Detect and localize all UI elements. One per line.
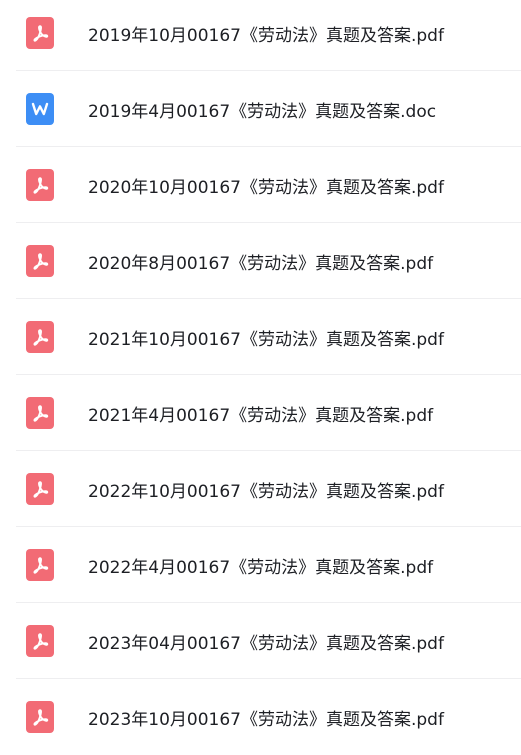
file-name: 2023年04月00167《劳动法》真题及答案.pdf — [88, 633, 444, 654]
file-list-item[interactable]: 2022年10月00167《劳动法》真题及答案.pdf — [0, 451, 521, 527]
file-list-item[interactable]: 2019年4月00167《劳动法》真题及答案.doc — [0, 71, 521, 147]
file-list-item[interactable]: 2022年4月00167《劳动法》真题及答案.pdf — [0, 527, 521, 603]
pdf-icon — [26, 473, 54, 505]
file-name: 2022年10月00167《劳动法》真题及答案.pdf — [88, 481, 444, 502]
word-doc-icon — [26, 93, 54, 125]
pdf-icon — [26, 169, 54, 201]
w-glyph — [31, 102, 49, 116]
acrobat-glyph — [33, 405, 49, 422]
acrobat-glyph — [33, 329, 49, 346]
pdf-icon — [26, 625, 54, 657]
file-name: 2022年4月00167《劳动法》真题及答案.pdf — [88, 557, 434, 578]
pdf-icon — [26, 245, 54, 277]
file-name: 2019年4月00167《劳动法》真题及答案.doc — [88, 101, 437, 122]
file-list-item[interactable]: 2021年10月00167《劳动法》真题及答案.pdf — [0, 299, 521, 375]
file-list-item[interactable]: 2020年8月00167《劳动法》真题及答案.pdf — [0, 223, 521, 299]
acrobat-glyph — [33, 25, 49, 42]
file-list-item[interactable]: 2023年10月00167《劳动法》真题及答案.pdf — [0, 679, 521, 755]
pdf-icon — [26, 17, 54, 49]
acrobat-glyph — [33, 177, 49, 194]
file-list-item[interactable]: 2021年4月00167《劳动法》真题及答案.pdf — [0, 375, 521, 451]
file-name: 2020年10月00167《劳动法》真题及答案.pdf — [88, 177, 444, 198]
file-list: 2019年10月00167《劳动法》真题及答案.pdf 2019年4月00167《… — [0, 0, 521, 741]
pdf-icon — [26, 701, 54, 733]
file-name: 2023年10月00167《劳动法》真题及答案.pdf — [88, 709, 444, 730]
acrobat-glyph — [33, 709, 49, 726]
acrobat-glyph — [33, 253, 49, 270]
file-list-item[interactable]: 2020年10月00167《劳动法》真题及答案.pdf — [0, 147, 521, 223]
file-name: 2021年10月00167《劳动法》真题及答案.pdf — [88, 329, 444, 350]
file-list-item[interactable]: 2019年10月00167《劳动法》真题及答案.pdf — [0, 0, 521, 71]
acrobat-glyph — [33, 481, 49, 498]
file-name: 2019年10月00167《劳动法》真题及答案.pdf — [88, 25, 444, 46]
pdf-icon — [26, 549, 54, 581]
file-name: 2021年4月00167《劳动法》真题及答案.pdf — [88, 405, 434, 426]
file-list-item[interactable]: 2023年04月00167《劳动法》真题及答案.pdf — [0, 603, 521, 679]
acrobat-glyph — [33, 633, 49, 650]
pdf-icon — [26, 321, 54, 353]
file-name: 2020年8月00167《劳动法》真题及答案.pdf — [88, 253, 434, 274]
pdf-icon — [26, 397, 54, 429]
acrobat-glyph — [33, 557, 49, 574]
